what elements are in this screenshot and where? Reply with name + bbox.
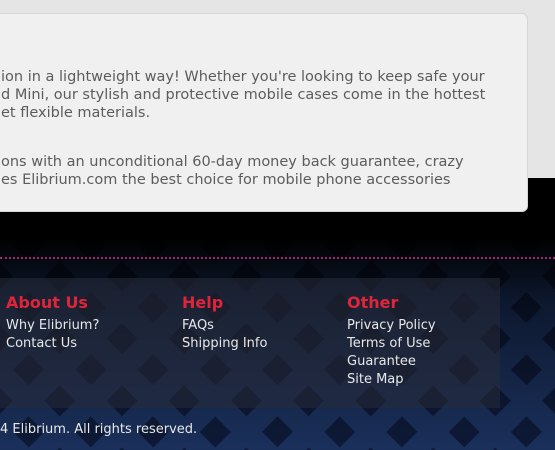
intro-line: d Mini, our stylish and protective mobil…: [1, 87, 486, 103]
intro-line: et flexible materials.: [1, 105, 151, 121]
footer-link-privacy-policy[interactable]: Privacy Policy: [347, 317, 436, 335]
guarantee-line: ons with an unconditional 60-day money b…: [1, 154, 464, 170]
intro-line: ion in a lightweight way! Whether you're…: [1, 69, 485, 85]
intro-paragraph: ion in a lightweight way! Whether you're…: [1, 68, 485, 122]
footer-column-about: About Us Why Elibrium? Contact Us: [6, 293, 99, 353]
footer-dotted-divider: [0, 257, 555, 259]
footer-link-site-map[interactable]: Site Map: [347, 371, 436, 389]
footer-link-contact-us[interactable]: Contact Us: [6, 335, 99, 353]
footer-heading-about: About Us: [6, 293, 88, 312]
footer-column-help: Help FAQs Shipping Info: [182, 293, 267, 353]
footer-link-terms-of-use[interactable]: Terms of Use: [347, 335, 436, 353]
footer-list-help: FAQs Shipping Info: [182, 317, 267, 353]
footer-list-other: Privacy Policy Terms of Use Guarantee Si…: [347, 317, 436, 389]
content-card: ion in a lightweight way! Whether you're…: [0, 13, 528, 212]
copyright-text: 4 Elibrium. All rights reserved.: [0, 422, 198, 437]
footer-link-shipping-info[interactable]: Shipping Info: [182, 335, 267, 353]
footer-link-faqs[interactable]: FAQs: [182, 317, 267, 335]
guarantee-paragraph: ons with an unconditional 60-day money b…: [1, 153, 464, 189]
footer-heading-other: Other: [347, 293, 399, 312]
footer-list-about: Why Elibrium? Contact Us: [6, 317, 99, 353]
page: ion in a lightweight way! Whether you're…: [0, 0, 555, 450]
footer-heading-help: Help: [182, 293, 224, 312]
footer-link-guarantee[interactable]: Guarantee: [347, 353, 436, 371]
footer-column-other: Other Privacy Policy Terms of Use Guaran…: [347, 293, 436, 389]
footer-link-why-elibrium[interactable]: Why Elibrium?: [6, 317, 99, 335]
guarantee-line: es Elibrium.com the best choice for mobi…: [1, 172, 451, 188]
